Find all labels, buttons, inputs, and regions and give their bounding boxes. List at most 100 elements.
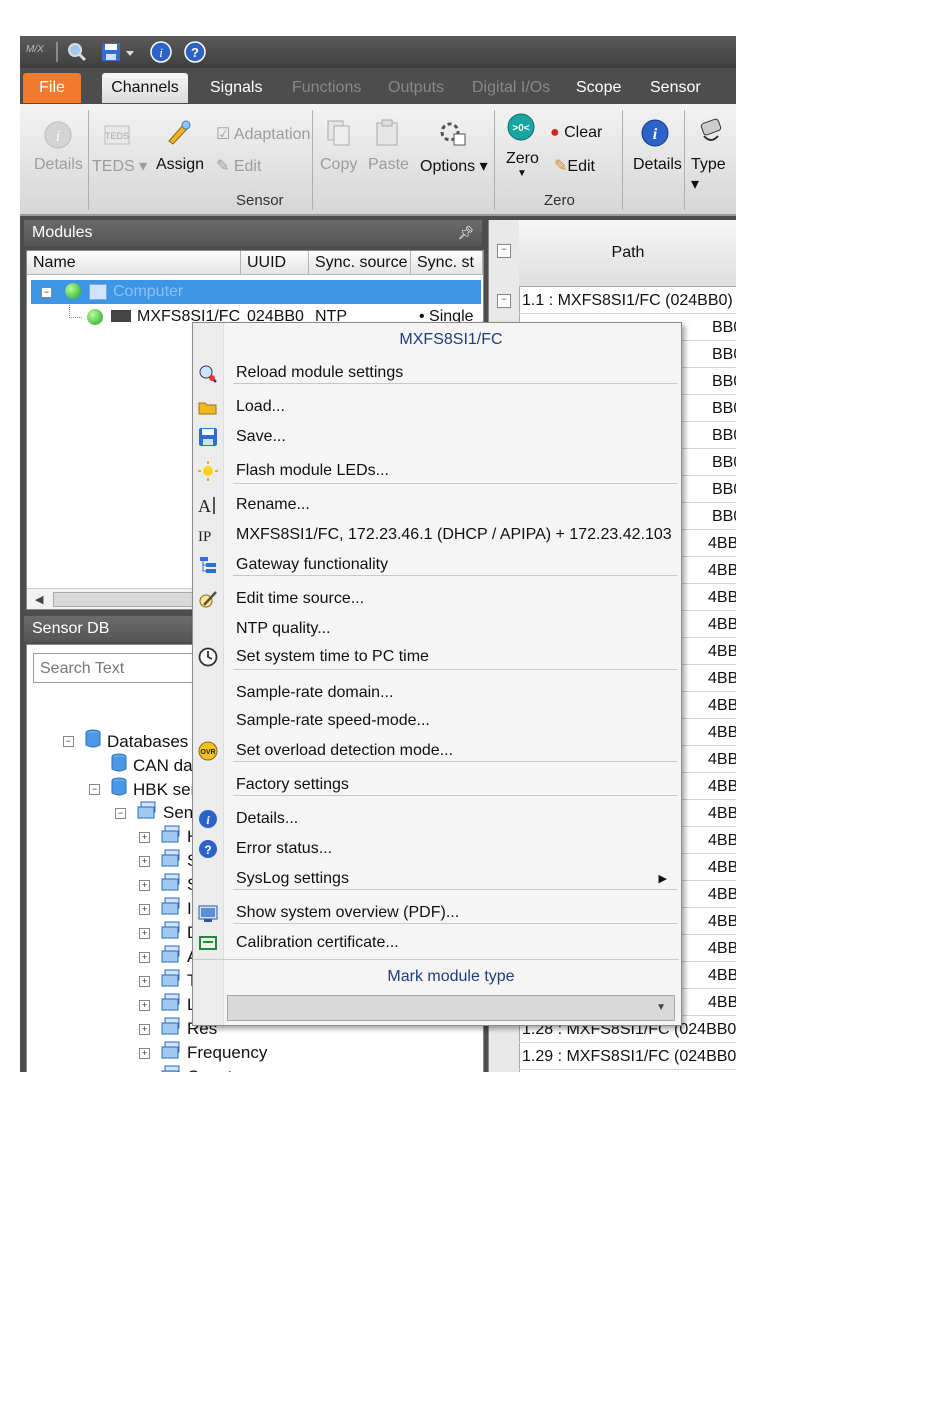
tab-file[interactable]: File	[23, 73, 81, 103]
help-info-icon[interactable]: i	[150, 41, 172, 63]
menu-item-set-overload-detection-mode[interactable]: OVR Set overload detection mode...	[193, 737, 679, 765]
tab-digital-ios[interactable]: Digital I/Os	[462, 73, 560, 103]
help-question-icon[interactable]: ?	[184, 41, 206, 63]
column-header-path[interactable]: Path	[519, 220, 736, 287]
clear-button[interactable]: ● Clear	[550, 124, 602, 142]
assign-button[interactable]: Assign	[156, 156, 204, 174]
expand-toggle[interactable]: +	[139, 1000, 150, 1011]
menu-item-label: Flash module LEDs...	[236, 462, 389, 479]
menu-item-calibration-certificate[interactable]: Calibration certificate...	[193, 929, 679, 957]
tab-channels[interactable]: Channels	[102, 73, 188, 103]
tab-functions[interactable]: Functions	[282, 73, 371, 103]
rename-icon: A	[198, 496, 215, 515]
adaptation-button[interactable]: ☑ Adaptation	[216, 124, 310, 144]
ribbon: i Details TEDS TEDS ▾ Assign ☑ Adaptatio…	[20, 104, 736, 216]
tree-node-label: Databases	[107, 731, 189, 751]
expand-toggle[interactable]: +	[139, 880, 150, 891]
menu-item-save[interactable]: Save...	[193, 423, 679, 451]
expand-toggle[interactable]: −	[115, 808, 126, 819]
menu-item-error-status[interactable]: ? Error status...	[193, 835, 679, 863]
expand-toggle[interactable]: +	[139, 928, 150, 939]
menu-item-load[interactable]: Load...	[193, 393, 679, 421]
menu-item-label: Show system overview (PDF)...	[236, 904, 460, 921]
edit-label: Edit	[567, 158, 595, 175]
menu-item-sample-rate-speed-mode[interactable]: Sample-rate speed-mode...	[193, 707, 679, 735]
scroll-thumb[interactable]	[53, 592, 205, 607]
svg-text:>0<: >0<	[512, 123, 529, 134]
chevron-down-icon: ▼	[656, 1002, 666, 1013]
expand-toggle[interactable]: +	[139, 904, 150, 915]
menu-item-rename[interactable]: A Rename...	[193, 491, 679, 519]
zero-dropdown-arrow[interactable]: ▼	[517, 168, 527, 179]
details-button-2[interactable]: Details	[633, 156, 682, 174]
menu-item-factory-settings[interactable]: Factory settings	[193, 771, 679, 799]
tree-node-frequency[interactable]: + Frequency	[139, 1041, 267, 1065]
search-icon[interactable]	[66, 41, 88, 63]
menu-item-syslog-settings[interactable]: SysLog settings ▶	[193, 865, 679, 893]
dropdown-arrow-icon[interactable]	[124, 41, 136, 63]
module-type-select[interactable]: ▼	[227, 995, 675, 1021]
ribbon-divider	[494, 110, 495, 210]
sensor-folder-icon	[161, 849, 181, 874]
collapse-toggle[interactable]: −	[41, 287, 52, 298]
menu-item-label: Factory settings	[236, 776, 349, 793]
tree-node-counters[interactable]: +Counters	[161, 1065, 256, 1072]
tree-row-computer[interactable]: − Computer	[31, 280, 481, 304]
grid-collapse-all[interactable]: −	[497, 244, 511, 258]
table-row[interactable]: 1.1 : MXFS8SI1/FC (024BB0)	[519, 287, 736, 314]
options-button[interactable]: Options ▾	[420, 156, 488, 176]
tab-scope[interactable]: Scope	[566, 73, 631, 103]
details-button[interactable]: Details	[34, 156, 83, 174]
expand-toggle[interactable]: +	[139, 856, 150, 867]
menu-item-edit-time-source[interactable]: Edit time source...	[193, 585, 679, 613]
module-icon	[111, 310, 131, 322]
menu-item-ip-info[interactable]: IP MXFS8SI1/FC, 172.23.46.1 (DHCP / APIPA…	[193, 521, 679, 549]
expand-toggle[interactable]: +	[139, 1048, 150, 1059]
toolbar-divider	[56, 42, 58, 62]
grid-collapse-row[interactable]: −	[497, 294, 511, 308]
menu-item-flash-module-leds[interactable]: Flash module LEDs...	[193, 457, 679, 485]
expand-toggle[interactable]: −	[89, 784, 100, 795]
edit-time-source-icon	[199, 591, 217, 608]
menu-item-sample-rate-domain[interactable]: Sample-rate domain...	[193, 679, 679, 707]
certificate-icon	[199, 936, 217, 950]
edit-disabled-button[interactable]: ✎ Edit	[216, 156, 261, 176]
expand-toggle[interactable]: +	[139, 952, 150, 963]
tab-sensor-database[interactable]: Sensor datab	[640, 73, 736, 126]
ribbon-divider	[88, 110, 89, 210]
menu-item-gateway-functionality[interactable]: Gateway functionality	[193, 551, 679, 579]
column-header-sync-source[interactable]: Sync. source	[309, 251, 411, 275]
menu-item-details[interactable]: i Details...	[193, 805, 679, 833]
type-label: Type	[691, 156, 726, 173]
pin-icon[interactable]: 📌︎	[457, 220, 474, 246]
table-row[interactable]: 1.29 : MXFS8SI1/FC (024BB0)	[519, 1043, 736, 1070]
expand-toggle[interactable]: −	[63, 736, 74, 747]
sensor-folder-icon	[161, 945, 181, 970]
expand-toggle[interactable]: +	[139, 832, 150, 843]
tab-signals[interactable]: Signals	[200, 73, 272, 103]
expand-toggle[interactable]: +	[139, 1024, 150, 1035]
paste-button[interactable]: Paste	[368, 156, 409, 174]
sensor-folder-icon	[161, 825, 181, 850]
tree-node-databases[interactable]: − Databases	[63, 729, 189, 753]
column-header-name[interactable]: Name	[27, 251, 241, 275]
copy-button[interactable]: Copy	[320, 156, 357, 174]
menu-item-label: Rename...	[236, 496, 310, 513]
zero-button[interactable]: Zero	[506, 150, 539, 168]
expand-toggle[interactable]: +	[139, 976, 150, 987]
menu-item-set-system-time[interactable]: Set system time to PC time	[193, 643, 679, 671]
column-header-sync-status[interactable]: Sync. st	[411, 251, 483, 275]
ip-icon: IP	[198, 529, 211, 545]
options-icon	[440, 122, 466, 146]
edit-button[interactable]: ✎Edit	[554, 156, 595, 176]
type-button[interactable]: Type ▾	[691, 156, 736, 194]
scroll-left-icon[interactable]: ◀	[35, 593, 43, 606]
menu-item-show-system-overview[interactable]: Show system overview (PDF)...	[193, 899, 679, 927]
column-header-uuid[interactable]: UUID	[241, 251, 309, 275]
reload-icon	[199, 365, 217, 383]
menu-item-ntp-quality[interactable]: NTP quality...	[193, 615, 679, 643]
tab-outputs[interactable]: Outputs	[378, 73, 454, 103]
menu-item-reload-module-settings[interactable]: Reload module settings	[193, 359, 679, 387]
teds-button[interactable]: TEDS ▾	[92, 156, 147, 176]
save-icon[interactable]	[100, 41, 122, 63]
